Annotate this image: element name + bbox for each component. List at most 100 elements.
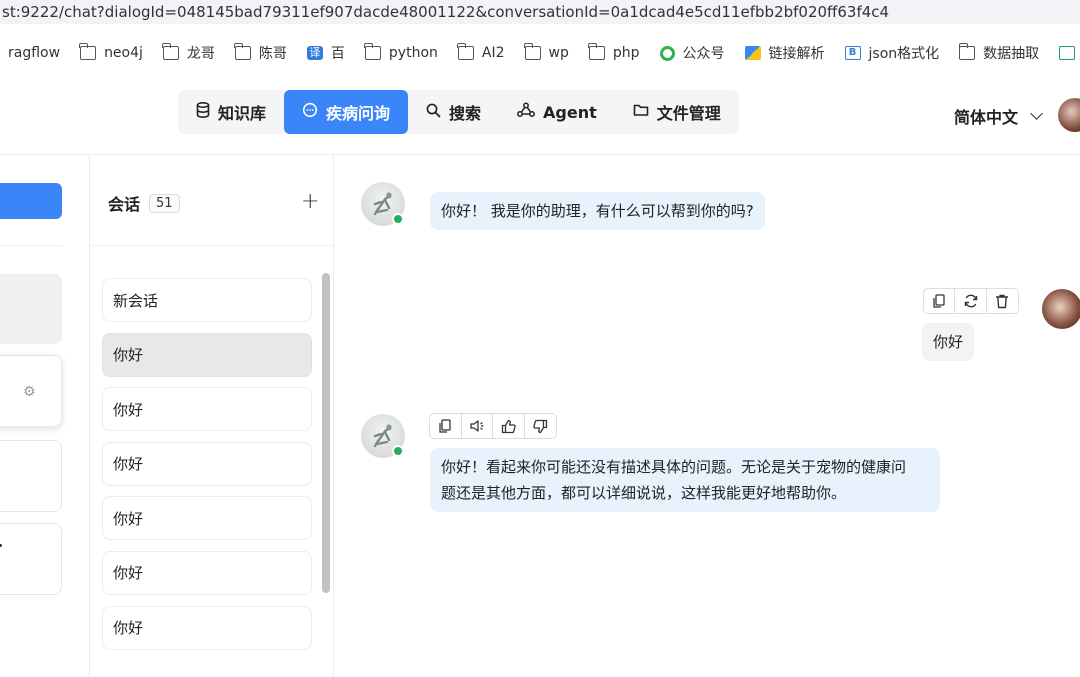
folder-icon bbox=[79, 43, 97, 60]
scrollbar[interactable] bbox=[322, 273, 330, 593]
bookmark-label: php bbox=[612, 45, 640, 61]
folder-icon bbox=[162, 43, 179, 60]
folder-icon bbox=[633, 103, 649, 121]
assistant-card[interactable] bbox=[0, 440, 62, 512]
conversation-header: 会话 51 bbox=[108, 191, 180, 215]
tab-file-management[interactable]: 文件管理 bbox=[615, 90, 739, 134]
chat-icon bbox=[302, 102, 318, 122]
refresh-icon bbox=[964, 294, 977, 308]
assistant-card[interactable] bbox=[0, 523, 62, 595]
search-icon bbox=[426, 103, 441, 122]
bookmark-gongzhonghao[interactable]: 公众号 bbox=[659, 43, 725, 63]
assistant-card[interactable]: ⚙ bbox=[0, 355, 62, 427]
like-button[interactable] bbox=[493, 414, 525, 438]
tab-disease-inquiry[interactable]: 疾病问询 bbox=[284, 90, 409, 134]
folder-icon bbox=[523, 43, 541, 60]
bookmark-label: AI2 bbox=[481, 45, 505, 61]
bookmark-json[interactable]: Bjson格式化 bbox=[844, 43, 939, 63]
bookmark-wp[interactable]: wp bbox=[523, 43, 569, 61]
list-item[interactable]: 你好 bbox=[102, 496, 312, 541]
user-message-toolbar bbox=[923, 288, 1019, 314]
regenerate-button[interactable] bbox=[955, 289, 987, 313]
bookmark-ragflow[interactable]: ragflow bbox=[8, 45, 60, 61]
agent-icon bbox=[517, 102, 535, 122]
list-item-label: 你好 bbox=[113, 400, 144, 419]
thumbs-down-icon bbox=[533, 419, 547, 433]
trash-icon bbox=[996, 294, 1009, 308]
delete-button[interactable] bbox=[987, 289, 1018, 313]
user-avatar bbox=[1042, 289, 1080, 329]
list-item[interactable]: 你好 bbox=[102, 332, 312, 377]
bookmark-bai[interactable]: 译百 bbox=[306, 43, 345, 63]
list-item[interactable]: 你好 bbox=[102, 387, 312, 432]
tab-label: 知识库 bbox=[218, 104, 267, 123]
assistant-message-toolbar bbox=[429, 413, 557, 439]
avatar[interactable] bbox=[1058, 98, 1080, 132]
tab-knowledge-base[interactable]: 知识库 bbox=[178, 90, 284, 134]
tab-label: Agent bbox=[543, 102, 597, 122]
message-text: 题还是其他方面，都可以详细说说，这样我能更好地帮助你。 bbox=[441, 484, 847, 502]
message-text: 你好！看起来你可能还没有描述具体的问题。无论是关于宠物的健康问 bbox=[441, 458, 907, 476]
copy-button[interactable] bbox=[924, 289, 956, 313]
create-button[interactable] bbox=[0, 183, 62, 219]
bookmark-time[interactable]: 时间 bbox=[1059, 43, 1080, 63]
bookmark-neo4j[interactable]: neo4j bbox=[79, 43, 143, 61]
bookmark-label: wp bbox=[548, 45, 569, 61]
bookmark-label: neo4j bbox=[104, 45, 143, 61]
speaker-icon bbox=[470, 420, 484, 432]
thumbs-up-icon bbox=[501, 419, 516, 433]
bookmark-chenge[interactable]: 陈哥 bbox=[234, 43, 287, 63]
bookmark-label: ragflow bbox=[8, 45, 61, 61]
dislike-button[interactable] bbox=[525, 414, 556, 438]
divider bbox=[0, 245, 62, 246]
add-conversation-button[interactable]: + bbox=[301, 189, 319, 214]
copy-button[interactable] bbox=[430, 414, 462, 438]
conversation-count-badge: 51 bbox=[149, 193, 180, 213]
chevron-down-icon bbox=[1030, 107, 1043, 120]
list-item[interactable]: 你好 bbox=[102, 605, 312, 650]
main-nav: 知识库 疾病问询 搜索 Agent 文件管理 bbox=[178, 90, 739, 134]
folder-icon bbox=[958, 43, 976, 60]
dot-icon bbox=[0, 544, 2, 547]
tab-agent[interactable]: Agent bbox=[499, 90, 615, 134]
list-item[interactable]: 新会话 bbox=[102, 278, 312, 322]
gear-icon[interactable]: ⚙ bbox=[23, 384, 36, 400]
folder-icon bbox=[234, 43, 251, 60]
folder-icon bbox=[588, 43, 605, 60]
list-item-label: 你好 bbox=[113, 564, 144, 583]
link-parse-icon bbox=[744, 46, 761, 60]
sheet-icon bbox=[1059, 46, 1076, 60]
conversation-panel: 会话 51 + 新会话 你好 你好 你好 你好 你好 你好 bbox=[91, 155, 334, 677]
bookmark-data-extract[interactable]: 数据抽取 bbox=[958, 43, 1039, 63]
left-panel: ⚙ bbox=[0, 155, 90, 677]
tab-label: 搜索 bbox=[449, 104, 482, 123]
translate-icon: 译 bbox=[306, 46, 323, 60]
user-message: 你好 bbox=[922, 323, 975, 361]
bookmark-link-parse[interactable]: 链接解析 bbox=[744, 43, 825, 63]
assistant-card[interactable] bbox=[0, 274, 62, 344]
tab-search[interactable]: 搜索 bbox=[408, 90, 499, 134]
bookmark-php[interactable]: php bbox=[588, 43, 640, 61]
folder-icon bbox=[457, 43, 474, 60]
read-aloud-button[interactable] bbox=[462, 414, 493, 438]
divider bbox=[91, 245, 334, 246]
language-selector[interactable]: 简体中文 bbox=[954, 104, 1043, 128]
json-icon: B bbox=[844, 46, 861, 60]
tab-label: 文件管理 bbox=[656, 104, 721, 123]
bookmark-python[interactable]: python bbox=[364, 43, 438, 61]
bookmark-label: 龙哥 bbox=[186, 46, 215, 62]
online-status-dot bbox=[392, 213, 404, 225]
folder-icon bbox=[364, 43, 381, 60]
tab-label: 疾病问询 bbox=[326, 104, 391, 123]
list-item[interactable]: 你好 bbox=[102, 441, 312, 486]
bookmark-label: 链接解析 bbox=[768, 46, 825, 62]
bookmark-label: 百 bbox=[330, 46, 345, 62]
bookmark-longge[interactable]: 龙哥 bbox=[162, 43, 215, 63]
address-bar[interactable]: st:9222/chat?dialogId=048145bad79311ef90… bbox=[0, 0, 1080, 24]
list-item-label: 你好 bbox=[113, 455, 144, 474]
list-item[interactable]: 你好 bbox=[102, 550, 312, 595]
wechat-icon bbox=[659, 45, 675, 61]
bookmark-ai2[interactable]: AI2 bbox=[457, 43, 505, 61]
bookmark-label: 公众号 bbox=[682, 46, 725, 62]
language-label: 简体中文 bbox=[954, 108, 1019, 127]
